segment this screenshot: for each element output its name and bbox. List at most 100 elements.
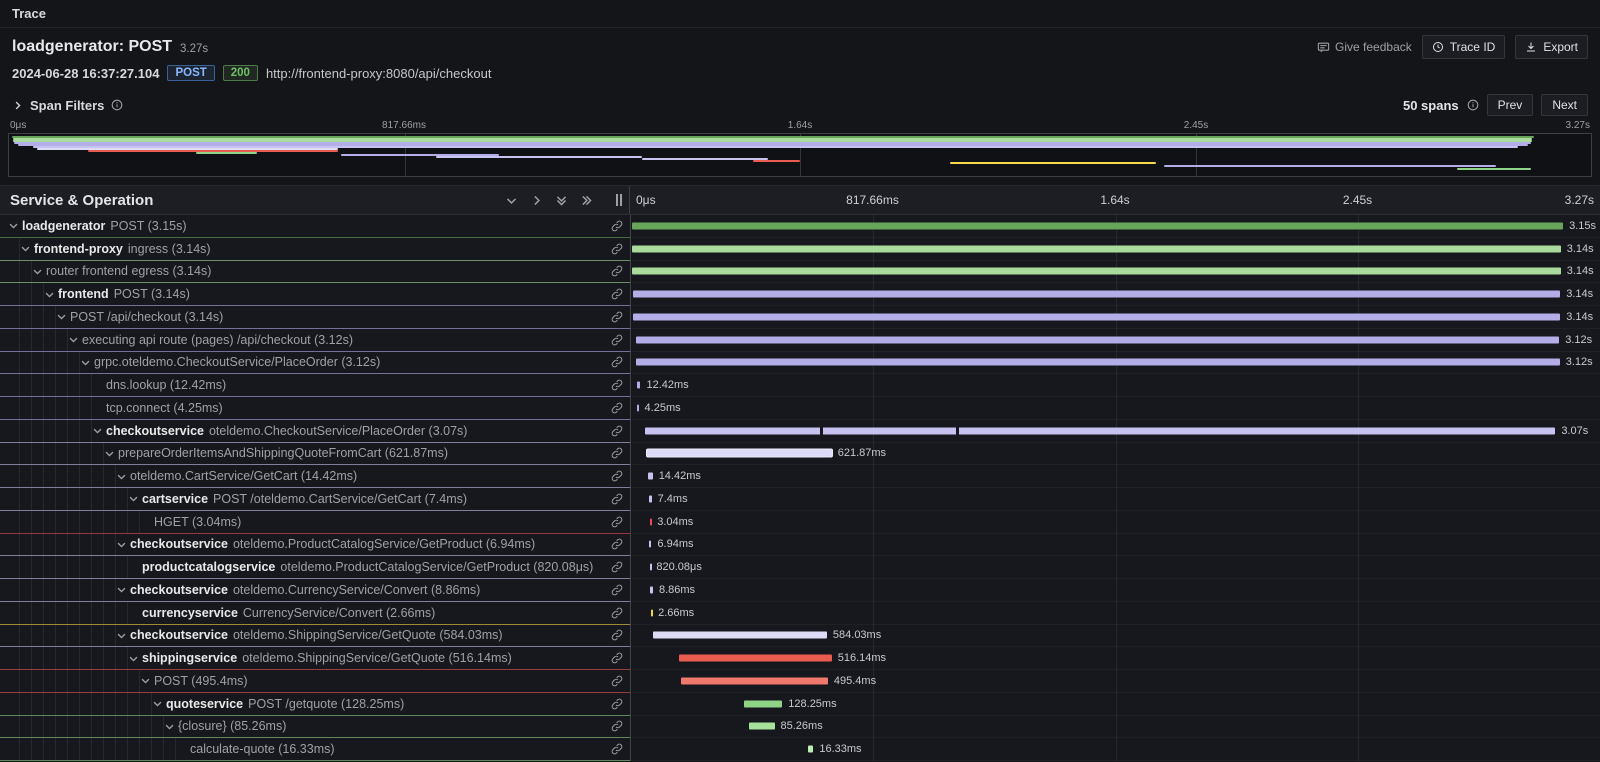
chevron-down-icon[interactable] <box>116 630 130 641</box>
span-link-icon[interactable] <box>611 720 623 732</box>
span-row[interactable]: checkoutservice oteldemo.CheckoutService… <box>0 420 1600 443</box>
span-link-icon[interactable] <box>611 334 623 346</box>
span-name-cell[interactable]: checkoutservice oteldemo.CurrencyService… <box>0 579 630 602</box>
expand-one-icon[interactable] <box>530 194 543 207</box>
span-timeline-cell[interactable]: 16.33ms <box>630 738 1600 761</box>
expand-all-icon[interactable] <box>580 194 593 207</box>
chevron-down-icon[interactable] <box>92 425 106 436</box>
span-name-cell[interactable]: shippingservice oteldemo.ShippingService… <box>0 647 630 670</box>
span-timeline-cell[interactable]: 12.42ms <box>630 374 1600 397</box>
span-name-cell[interactable]: HGET (3.04ms) <box>0 511 630 534</box>
span-row[interactable]: HGET (3.04ms) 3.04ms <box>0 511 1600 534</box>
chevron-down-icon[interactable] <box>128 493 142 504</box>
chevron-down-icon[interactable] <box>68 334 82 345</box>
span-name-cell[interactable]: loadgenerator POST (3.15s) <box>0 215 630 238</box>
span-bar[interactable] <box>650 586 653 593</box>
span-name-cell[interactable]: frontend POST (3.14s) <box>0 283 630 306</box>
span-row[interactable]: oteldemo.CartService/GetCart (14.42ms) 1… <box>0 465 1600 488</box>
span-row[interactable]: currencyservice CurrencyService/Convert … <box>0 602 1600 625</box>
span-bar[interactable] <box>648 473 652 480</box>
span-name-cell[interactable]: POST (495.4ms) <box>0 670 630 693</box>
span-link-icon[interactable] <box>611 379 623 391</box>
span-bar[interactable] <box>650 518 652 525</box>
span-name-cell[interactable]: productcatalogservice oteldemo.ProductCa… <box>0 556 630 579</box>
span-row[interactable]: tcp.connect (4.25ms) 4.25ms <box>0 397 1600 420</box>
span-timeline-cell[interactable]: 14.42ms <box>630 465 1600 488</box>
chevron-down-icon[interactable] <box>128 653 142 664</box>
span-link-icon[interactable] <box>611 356 623 368</box>
next-button[interactable]: Next <box>1541 94 1588 116</box>
chevron-right-icon[interactable] <box>12 100 23 111</box>
chevron-down-icon[interactable] <box>152 698 166 709</box>
span-row[interactable]: POST (495.4ms) 495.4ms <box>0 670 1600 693</box>
span-link-icon[interactable] <box>611 288 623 300</box>
span-timeline-cell[interactable]: 820.08μs <box>630 556 1600 579</box>
span-bar[interactable] <box>632 222 1563 229</box>
span-link-icon[interactable] <box>611 584 623 596</box>
span-name-cell[interactable]: tcp.connect (4.25ms) <box>0 397 630 420</box>
span-bar[interactable] <box>679 655 832 662</box>
span-timeline-cell[interactable]: 3.04ms <box>630 511 1600 534</box>
span-row[interactable]: grpc.oteldemo.CheckoutService/PlaceOrder… <box>0 352 1600 375</box>
span-name-cell[interactable]: {closure} (85.26ms) <box>0 716 630 739</box>
span-link-icon[interactable] <box>611 243 623 255</box>
span-link-icon[interactable] <box>611 607 623 619</box>
span-bar[interactable] <box>645 427 1556 434</box>
span-name-cell[interactable]: checkoutservice oteldemo.ShippingService… <box>0 625 630 648</box>
span-row[interactable]: dns.lookup (12.42ms) 12.42ms <box>0 374 1600 397</box>
span-name-cell[interactable]: frontend-proxy ingress (3.14s) <box>0 238 630 261</box>
collapse-one-icon[interactable] <box>505 194 518 207</box>
span-link-icon[interactable] <box>611 698 623 710</box>
span-timeline-cell[interactable]: 128.25ms <box>630 693 1600 716</box>
span-timeline-cell[interactable]: 3.14s <box>630 238 1600 261</box>
chevron-down-icon[interactable] <box>116 584 130 595</box>
span-timeline-cell[interactable]: 6.94ms <box>630 534 1600 557</box>
export-button[interactable]: Export <box>1515 35 1588 59</box>
span-link-icon[interactable] <box>611 311 623 323</box>
chevron-down-icon[interactable] <box>56 311 70 322</box>
chevron-down-icon[interactable] <box>116 539 130 550</box>
span-link-icon[interactable] <box>611 447 623 459</box>
span-link-icon[interactable] <box>611 743 623 755</box>
span-timeline-cell[interactable]: 85.26ms <box>630 716 1600 739</box>
prev-button[interactable]: Prev <box>1487 94 1534 116</box>
span-row[interactable]: executing api route (pages) /api/checkou… <box>0 329 1600 352</box>
span-bar[interactable] <box>744 700 782 707</box>
span-timeline-cell[interactable]: 4.25ms <box>630 397 1600 420</box>
span-bar[interactable] <box>636 336 1559 343</box>
collapse-all-icon[interactable] <box>555 194 568 207</box>
span-link-icon[interactable] <box>611 425 623 437</box>
span-bar[interactable] <box>808 746 813 753</box>
span-bar[interactable] <box>749 723 774 730</box>
span-row[interactable]: quoteservice POST /getquote (128.25ms) 1… <box>0 693 1600 716</box>
span-row[interactable]: {closure} (85.26ms) 85.26ms <box>0 716 1600 739</box>
trace-minimap[interactable] <box>8 133 1592 177</box>
span-bar[interactable] <box>647 450 831 457</box>
span-link-icon[interactable] <box>611 220 623 232</box>
span-name-cell[interactable]: calculate-quote (16.33ms) <box>0 738 630 761</box>
span-bar[interactable] <box>637 382 641 389</box>
span-row[interactable]: checkoutservice oteldemo.ProductCatalogS… <box>0 534 1600 557</box>
span-row[interactable]: checkoutservice oteldemo.ShippingService… <box>0 625 1600 648</box>
span-timeline-cell[interactable]: 3.15s <box>630 215 1600 238</box>
span-bar[interactable] <box>632 245 1560 252</box>
span-link-icon[interactable] <box>611 629 623 641</box>
span-name-cell[interactable]: checkoutservice oteldemo.ProductCatalogS… <box>0 534 630 557</box>
span-bar[interactable] <box>633 291 1560 298</box>
chevron-down-icon[interactable] <box>20 243 34 254</box>
give-feedback-link[interactable]: Give feedback <box>1317 40 1412 54</box>
span-bar[interactable] <box>633 313 1560 320</box>
span-timeline-cell[interactable]: 3.14s <box>630 306 1600 329</box>
span-row[interactable]: cartservice POST /oteldemo.CartService/G… <box>0 488 1600 511</box>
span-timeline-cell[interactable]: 3.12s <box>630 329 1600 352</box>
trace-id-button[interactable]: Trace ID <box>1422 35 1506 59</box>
span-timeline-cell[interactable]: 495.4ms <box>630 670 1600 693</box>
span-row[interactable]: router frontend egress (3.14s) 3.14s <box>0 261 1600 284</box>
span-name-cell[interactable]: cartservice POST /oteldemo.CartService/G… <box>0 488 630 511</box>
span-row[interactable]: frontend POST (3.14s) 3.14s <box>0 283 1600 306</box>
chevron-down-icon[interactable] <box>104 448 118 459</box>
chevron-down-icon[interactable] <box>80 357 94 368</box>
span-name-cell[interactable]: router frontend egress (3.14s) <box>0 261 630 284</box>
span-row[interactable]: loadgenerator POST (3.15s) 3.15s <box>0 215 1600 238</box>
span-link-icon[interactable] <box>611 470 623 482</box>
